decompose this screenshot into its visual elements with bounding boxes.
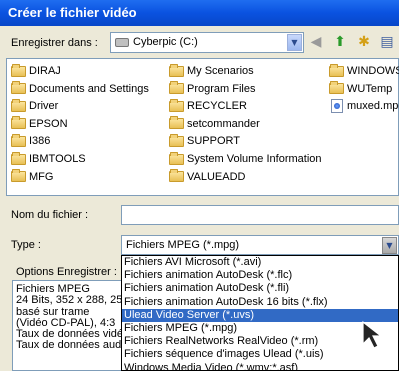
file-list-item[interactable]: SUPPORT — [169, 133, 240, 149]
file-list[interactable]: DIRAJ Documents and Settings Driver EPSON I3… — [6, 58, 399, 196]
type-option[interactable]: Fichiers MPEG (*.mpg) — [122, 322, 398, 335]
file-list-item[interactable]: EPSON — [11, 116, 68, 132]
file-name: EPSON — [29, 117, 68, 130]
file-list-item[interactable]: Program Files — [169, 81, 255, 97]
file-list-item[interactable]: IBMTOOLS — [11, 151, 86, 167]
file-name: I386 — [29, 135, 51, 148]
chevron-down-icon[interactable]: ▼ — [382, 237, 397, 254]
file-list-item[interactable]: System Volume Information — [169, 151, 322, 167]
type-option[interactable]: Windows Media Video (*.wmv;*.asf) — [122, 362, 398, 371]
type-option[interactable]: Fichiers animation AutoDesk (*.fli) — [122, 282, 398, 295]
folder-icon — [329, 63, 344, 77]
folder-icon — [169, 133, 184, 147]
file-name: WINDOWS — [347, 65, 399, 77]
folder-icon — [11, 169, 26, 183]
save-in-combo[interactable]: Cyberpic (C:) ▼ — [110, 32, 304, 53]
file-list-item[interactable]: My Scenarios — [169, 63, 254, 79]
file-name: DIRAJ — [29, 65, 61, 77]
folder-icon — [169, 151, 184, 165]
type-value: Fichiers MPEG (*.mpg) — [126, 239, 240, 251]
file-name: MFG — [29, 170, 54, 183]
folder-icon — [11, 81, 26, 95]
folder-icon — [329, 81, 344, 95]
folder-icon — [169, 169, 184, 183]
filename-label: Nom du fichier : — [11, 209, 89, 221]
up-folder-icon[interactable]: ⬆ — [331, 33, 349, 51]
type-label: Type : — [11, 239, 41, 251]
file-list-item[interactable]: DIRAJ — [11, 63, 61, 79]
file-list-item[interactable]: VALUEADD — [169, 169, 245, 185]
file-name: RECYCLER — [187, 100, 247, 113]
file-list-item[interactable]: RECYCLER — [169, 98, 247, 114]
file-name: My Scenarios — [187, 65, 254, 77]
type-option[interactable]: Ulead Video Server (*.uvs) — [122, 308, 398, 322]
file-name: IBMTOOLS — [29, 153, 86, 165]
save-options-label: Options Enregistrer : — [16, 266, 117, 278]
save-in-value: Cyberpic (C:) — [133, 36, 198, 48]
folder-icon — [11, 133, 26, 147]
drive-icon — [115, 38, 129, 47]
folder-icon — [11, 63, 26, 77]
view-menu-icon[interactable]: ▤ — [378, 33, 396, 51]
file-list-item[interactable]: Documents and Settings — [11, 81, 149, 97]
window-title: Créer le fichier vidéo — [8, 5, 137, 20]
file-name: Driver — [29, 100, 59, 113]
file-name: Program Files — [187, 82, 256, 95]
file-list-item[interactable]: MFG — [11, 169, 53, 185]
chevron-down-icon[interactable]: ▼ — [287, 34, 302, 51]
file-name: WUTemp — [347, 82, 393, 95]
back-icon[interactable]: ◀ — [307, 33, 325, 51]
type-option[interactable]: Fichiers animation AutoDesk 16 bits (*.f… — [122, 296, 398, 309]
type-option[interactable]: Fichiers AVI Microsoft (*.avi) — [122, 256, 398, 269]
folder-icon — [169, 81, 184, 95]
file-list-item[interactable]: Driver — [11, 98, 58, 114]
folder-icon — [169, 63, 184, 77]
type-dropdown-list[interactable]: Fichiers AVI Microsoft (*.avi) Fichiers a… — [121, 255, 399, 371]
folder-icon — [169, 116, 184, 130]
save-option-line: 24 Bits, 352 x 288, 25 — [16, 294, 123, 307]
file-name: SUPPORT — [187, 135, 240, 148]
file-name: setcommander — [187, 117, 260, 130]
file-name: muxed.mpg — [347, 100, 399, 113]
file-list-item[interactable]: WUTemp — [329, 81, 392, 97]
type-option[interactable]: Fichiers RealNetworks RealVideo (*.rm) — [122, 335, 398, 348]
folder-icon — [169, 98, 184, 112]
video-file-icon — [331, 99, 343, 114]
type-combo[interactable]: Fichiers MPEG (*.mpg) ▼ — [121, 235, 399, 255]
file-name: System Volume Information — [187, 153, 322, 165]
file-list-item[interactable]: setcommander — [169, 116, 260, 132]
save-in-label: Enregistrer dans : — [11, 37, 98, 49]
mouse-cursor-icon — [362, 320, 383, 349]
save-options-box: Fichiers MPEG 24 Bits, 352 x 288, 25 bas… — [12, 280, 127, 371]
file-list-item[interactable]: muxed.mpg — [329, 98, 399, 114]
file-list-item[interactable]: WINDOWS — [329, 63, 399, 79]
folder-icon — [11, 98, 26, 112]
new-folder-icon[interactable]: ✱ — [355, 33, 373, 51]
save-option-line: Taux de données audio — [16, 339, 127, 352]
folder-icon — [11, 151, 26, 165]
file-name: Documents and Settings — [29, 82, 149, 95]
file-name: VALUEADD — [187, 170, 246, 183]
folder-icon — [11, 116, 26, 130]
type-option[interactable]: Fichiers séquence d'images Ulead (*.uis) — [122, 348, 398, 361]
file-list-item[interactable]: I386 — [11, 133, 50, 149]
title-bar: Créer le fichier vidéo — [0, 0, 399, 26]
type-option[interactable]: Fichiers animation AutoDesk (*.flc) — [122, 269, 398, 282]
filename-input[interactable] — [121, 205, 399, 225]
